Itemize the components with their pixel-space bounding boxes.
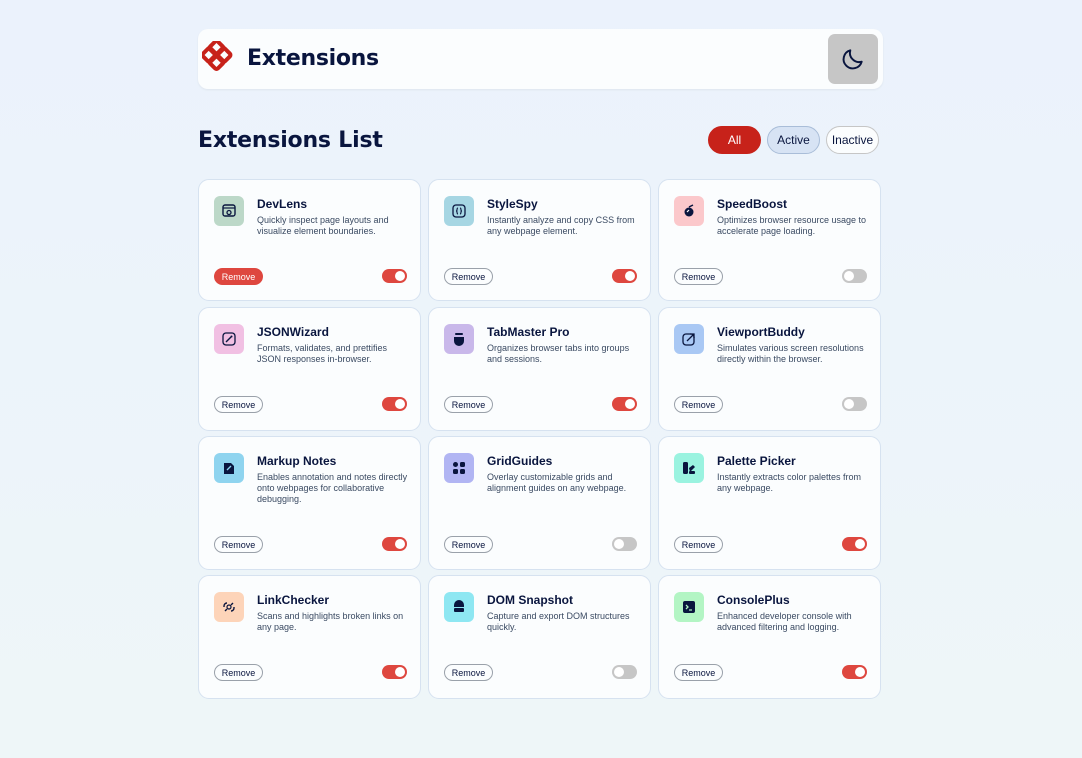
extension-name: LinkChecker [257, 593, 330, 607]
rocket-icon [674, 196, 704, 226]
extension-description: Quickly inspect page layouts and visuali… [257, 215, 389, 236]
remove-button[interactable]: Remove [444, 268, 493, 285]
extension-card: JSONWizard Formats, validates, and pretti… [198, 307, 421, 431]
active-toggle[interactable] [842, 665, 867, 679]
remove-button[interactable]: Remove [214, 396, 263, 413]
remove-button[interactable]: Remove [444, 664, 493, 681]
extension-description: Organizes browser tabs into groups and s… [487, 343, 630, 364]
toggle-knob [855, 539, 865, 549]
extension-name: TabMaster Pro [487, 325, 570, 339]
remove-button[interactable]: Remove [444, 536, 493, 553]
remove-button[interactable]: Remove [214, 268, 263, 285]
extension-description: Enables annotation and notes directly on… [257, 472, 408, 504]
extension-card: SpeedBoost Optimizes browser resource usa… [658, 179, 881, 301]
extension-name: GridGuides [487, 454, 553, 468]
remove-button[interactable]: Remove [674, 664, 723, 681]
extension-card: StyleSpy Instantly analyze and copy CSS f… [428, 179, 651, 301]
extension-card: TabMaster Pro Organizes browser tabs into… [428, 307, 651, 431]
toggle-knob [844, 399, 854, 409]
brand-title: Extensions [247, 46, 379, 71]
broken-link-icon [214, 592, 244, 622]
toggle-knob [395, 399, 405, 409]
tabs-pot-icon [444, 324, 474, 354]
active-toggle[interactable] [382, 665, 407, 679]
extension-name: DOM Snapshot [487, 593, 573, 607]
viewport-arrow-icon [674, 324, 704, 354]
active-toggle[interactable] [842, 397, 867, 411]
active-toggle[interactable] [842, 537, 867, 551]
extension-card: ViewportBuddy Simulates various screen re… [658, 307, 881, 431]
active-toggle[interactable] [382, 397, 407, 411]
extension-card: Markup Notes Enables annotation and notes… [198, 436, 421, 570]
extension-description: Scans and highlights broken links on any… [257, 611, 404, 632]
toggle-knob [395, 271, 405, 281]
extension-name: ViewportBuddy [717, 325, 805, 339]
css-braces-icon [444, 196, 474, 226]
active-toggle[interactable] [612, 397, 637, 411]
active-toggle[interactable] [842, 269, 867, 283]
extension-name: SpeedBoost [717, 197, 788, 211]
extension-card: DOM Snapshot Capture and export DOM struc… [428, 575, 651, 699]
extension-name: Markup Notes [257, 454, 337, 468]
note-pencil-icon [214, 453, 244, 483]
toggle-knob [395, 667, 405, 677]
wand-icon [214, 324, 244, 354]
remove-button[interactable]: Remove [674, 536, 723, 553]
extension-card: DevLens Quickly inspect page layouts and … [198, 179, 421, 301]
extension-description: Simulates various screen resolutions dir… [717, 343, 864, 364]
extension-card: LinkChecker Scans and highlights broken l… [198, 575, 421, 699]
extension-description: Optimizes browser resource usage to acce… [717, 215, 867, 236]
extension-description: Instantly extracts color palettes from a… [717, 472, 862, 493]
header-bar: Extensions [198, 29, 883, 89]
palette-icon [674, 453, 704, 483]
remove-button[interactable]: Remove [214, 536, 263, 553]
terminal-icon [674, 592, 704, 622]
active-toggle[interactable] [612, 269, 637, 283]
remove-button[interactable]: Remove [214, 664, 263, 681]
extension-description: Overlay customizable grids and alignment… [487, 472, 627, 493]
toggle-knob [614, 667, 624, 677]
remove-button[interactable]: Remove [674, 396, 723, 413]
extension-card: Palette Picker Instantly extracts color p… [658, 436, 881, 570]
active-toggle[interactable] [612, 537, 637, 551]
toggle-knob [625, 399, 635, 409]
active-toggle[interactable] [382, 269, 407, 283]
extension-name: JSONWizard [257, 325, 329, 339]
toggle-knob [844, 271, 854, 281]
extension-card: ConsolePlus Enhanced developer console wi… [658, 575, 881, 699]
grid-dots-icon [444, 453, 474, 483]
toggle-knob [625, 271, 635, 281]
filter-inactive-button[interactable]: Inactive [826, 126, 879, 154]
logo-icon [202, 41, 233, 71]
theme-toggle-button[interactable] [828, 34, 878, 84]
remove-button[interactable]: Remove [674, 268, 723, 285]
filter-active-button[interactable]: Active [767, 126, 820, 154]
toggle-knob [614, 539, 624, 549]
extension-description: Capture and export DOM structures quickl… [487, 611, 630, 632]
extension-description: Instantly analyze and copy CSS from any … [487, 215, 635, 236]
extension-description: Formats, validates, and prettifies JSON … [257, 343, 388, 364]
moon-icon [842, 49, 863, 70]
extension-name: StyleSpy [487, 197, 538, 211]
filter-group: All Active Inactive [708, 126, 879, 156]
extension-name: ConsolePlus [717, 593, 790, 607]
inspect-icon [214, 196, 244, 226]
toggle-knob [855, 667, 865, 677]
active-toggle[interactable] [612, 665, 637, 679]
remove-button[interactable]: Remove [444, 396, 493, 413]
snapshot-icon [444, 592, 474, 622]
extension-name: Palette Picker [717, 454, 796, 468]
page-title: Extensions List [198, 128, 383, 153]
toggle-knob [395, 539, 405, 549]
extension-description: Enhanced developer console with advanced… [717, 611, 852, 632]
extension-name: DevLens [257, 197, 308, 211]
filter-all-button[interactable]: All [708, 126, 761, 154]
extension-card: GridGuides Overlay customizable grids and… [428, 436, 651, 570]
active-toggle[interactable] [382, 537, 407, 551]
